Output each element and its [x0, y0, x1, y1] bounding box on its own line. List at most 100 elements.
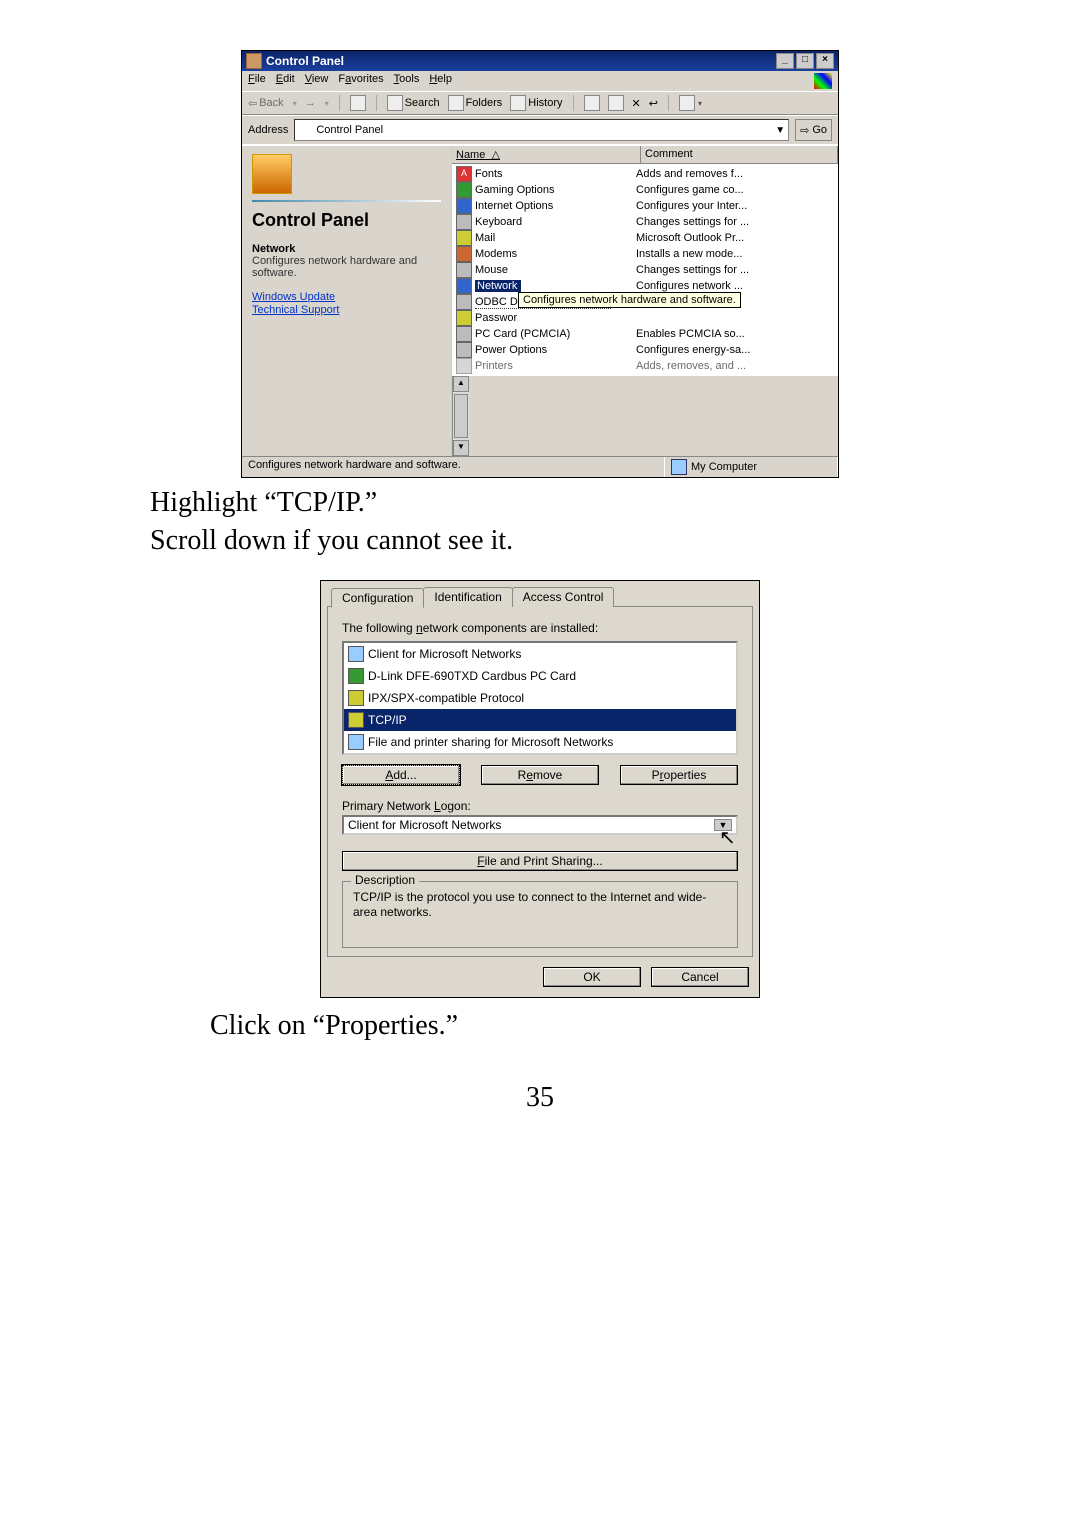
status-text: Configures network hardware and software… — [242, 457, 665, 477]
vertical-scrollbar[interactable]: ▲ ▼ — [452, 376, 469, 456]
menu-view[interactable]: View — [305, 73, 329, 89]
status-location: My Computer — [665, 457, 838, 477]
history-button[interactable]: History — [510, 95, 562, 111]
toolbar: ⇦ Back → Search Folders History ✕ ↩ — [242, 91, 838, 115]
menu-favorites[interactable]: Favorites — [338, 73, 383, 89]
list-item[interactable]: Power OptionsConfigures energy-sa... — [452, 342, 838, 358]
items-list: AFontsAdds and removes f... Gaming Optio… — [452, 164, 838, 376]
delete-button[interactable]: ✕ — [632, 97, 641, 110]
list-item[interactable]: IPX/SPX-compatible Protocol — [344, 687, 736, 709]
odbc-icon — [456, 294, 472, 310]
window-titlebar: Control Panel _ □ × — [242, 51, 838, 71]
protocol-icon — [348, 690, 364, 706]
list-item[interactable]: Internet OptionsConfigures your Inter... — [452, 198, 838, 214]
selected-item-title: Network — [252, 243, 441, 255]
file-print-sharing-button[interactable]: File and Print Sharing... — [342, 851, 738, 871]
menubar: File Edit View Favorites Tools Help — [242, 71, 838, 91]
list-item[interactable]: ModemsInstalls a new mode... — [452, 246, 838, 262]
list-item[interactable]: Client for Microsoft Networks — [344, 643, 736, 665]
tooltip: Configures network hardware and software… — [518, 292, 741, 308]
menu-edit[interactable]: Edit — [276, 73, 295, 89]
address-value: Control Panel — [316, 124, 383, 136]
add-button[interactable]: Add... — [342, 765, 460, 785]
nav-back-button[interactable]: ⇦ Back — [248, 97, 284, 110]
list-item[interactable]: D-Link DFE-690TXD Cardbus PC Card — [344, 665, 736, 687]
go-button[interactable]: ⇨Go — [795, 119, 832, 141]
windows-update-link[interactable]: Windows Update — [252, 291, 441, 303]
copy-to-button[interactable] — [608, 95, 624, 111]
properties-button[interactable]: Properties — [620, 765, 738, 785]
column-comment[interactable]: Comment — [641, 146, 838, 163]
nav-up-button[interactable] — [350, 95, 366, 111]
address-input[interactable]: Control Panel ▼ — [294, 119, 789, 141]
list-header: Name △ Comment — [452, 146, 838, 164]
keyboard-icon — [456, 214, 472, 230]
description-text: TCP/IP is the protocol you use to connec… — [353, 890, 727, 921]
page-title: Control Panel — [252, 210, 441, 231]
client-icon — [348, 646, 364, 662]
scroll-thumb[interactable] — [454, 394, 468, 438]
menu-file[interactable]: File — [248, 73, 266, 89]
search-button[interactable]: Search — [387, 95, 440, 111]
adapter-icon — [348, 668, 364, 684]
network-icon — [456, 278, 472, 294]
undo-button[interactable]: ↩ — [649, 97, 658, 110]
folders-button[interactable]: Folders — [448, 95, 503, 111]
list-item[interactable]: Passwor — [452, 310, 838, 326]
list-item[interactable]: MouseChanges settings for ... — [452, 262, 838, 278]
nav-back-dd[interactable] — [292, 99, 297, 108]
page-number: 35 — [150, 1082, 930, 1114]
instruction-text: Click on “Properties.” — [210, 1010, 930, 1042]
left-info-pane: Control Panel Network Configures network… — [242, 146, 452, 456]
control-panel-icon — [298, 123, 312, 137]
move-to-button[interactable] — [584, 95, 600, 111]
description-group: Description TCP/IP is the protocol you u… — [342, 881, 738, 948]
statusbar: Configures network hardware and software… — [242, 456, 838, 477]
tab-identification[interactable]: Identification — [423, 587, 512, 607]
chevron-down-icon[interactable]: ▼ — [714, 819, 732, 831]
passwords-icon — [456, 310, 472, 326]
nav-forward-button[interactable]: → — [305, 97, 316, 109]
list-item[interactable]: PrintersAdds, removes, and ... — [452, 358, 838, 374]
windows-logo-icon — [814, 73, 832, 89]
scroll-up-icon[interactable]: ▲ — [453, 376, 469, 392]
views-button[interactable] — [679, 95, 702, 111]
mail-icon — [456, 230, 472, 246]
gaming-icon — [456, 182, 472, 198]
remove-button[interactable]: Remove — [481, 765, 599, 785]
technical-support-link[interactable]: Technical Support — [252, 304, 441, 316]
window-title: Control Panel — [266, 54, 344, 68]
column-name[interactable]: Name △ — [452, 146, 641, 163]
components-caption: The following network components are ins… — [342, 621, 738, 635]
menu-tools[interactable]: Tools — [394, 73, 420, 89]
list-item[interactable]: Gaming OptionsConfigures game co... — [452, 182, 838, 198]
list-item-tcpip[interactable]: TCP/IP — [344, 709, 736, 731]
cancel-button[interactable]: Cancel — [651, 967, 749, 987]
list-item[interactable]: MailMicrosoft Outlook Pr... — [452, 230, 838, 246]
control-panel-icon — [246, 53, 262, 69]
tab-configuration[interactable]: Configuration — [331, 588, 424, 608]
my-computer-icon — [671, 459, 687, 475]
power-icon — [456, 342, 472, 358]
list-item[interactable]: KeyboardChanges settings for ... — [452, 214, 838, 230]
primary-logon-label: Primary Network Logon: — [342, 799, 738, 813]
menu-help[interactable]: Help — [429, 73, 452, 89]
control-panel-window: Control Panel _ □ × File Edit View Favor… — [241, 50, 839, 478]
maximize-button[interactable]: □ — [796, 53, 814, 69]
close-button[interactable]: × — [816, 53, 834, 69]
list-item[interactable]: AFontsAdds and removes f... — [452, 166, 838, 182]
components-listbox[interactable]: Client for Microsoft Networks D-Link DFE… — [342, 641, 738, 755]
primary-logon-dropdown[interactable]: Client for Microsoft Networks ▼ — [342, 815, 738, 835]
control-panel-large-icon — [252, 154, 292, 194]
network-dialog: Configuration Identification Access Cont… — [320, 580, 760, 998]
ok-button[interactable]: OK — [543, 967, 641, 987]
scroll-down-icon[interactable]: ▼ — [453, 440, 469, 456]
addressbar: Address Control Panel ▼ ⇨Go — [242, 115, 838, 144]
list-item[interactable]: File and printer sharing for Microsoft N… — [344, 731, 736, 753]
list-item[interactable]: PC Card (PCMCIA)Enables PCMCIA so... — [452, 326, 838, 342]
minimize-button[interactable]: _ — [776, 53, 794, 69]
chevron-down-icon[interactable]: ▼ — [775, 125, 785, 136]
tab-access-control[interactable]: Access Control — [512, 587, 615, 607]
nav-forward-dd[interactable] — [324, 99, 329, 108]
internet-icon — [456, 198, 472, 214]
